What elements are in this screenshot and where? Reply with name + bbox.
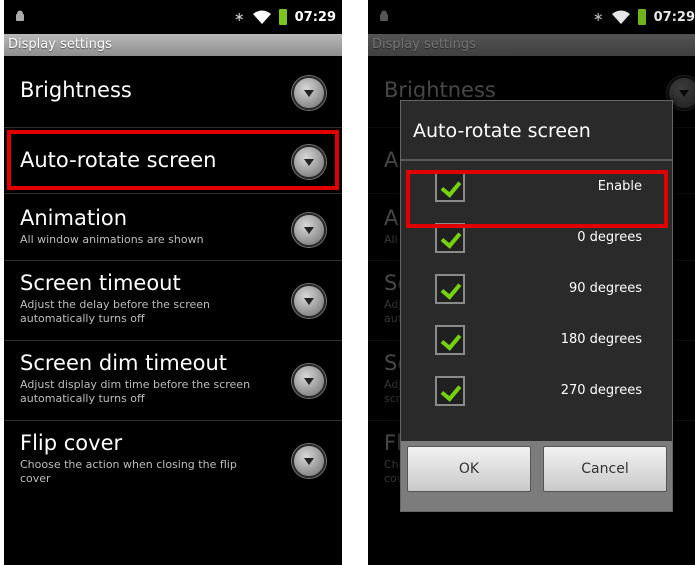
auto-rotate-dialog: Auto-rotate screen Enable 0 degrees 90 d… bbox=[400, 100, 673, 512]
ok-button[interactable]: OK bbox=[407, 446, 531, 492]
wifi-icon bbox=[252, 10, 271, 24]
android-notification-icon bbox=[380, 10, 388, 21]
status-time: 07:29 bbox=[653, 9, 695, 25]
option-label: 270 degrees bbox=[560, 383, 642, 398]
setting-brightness[interactable]: Brightness bbox=[4, 56, 342, 128]
setting-animation[interactable]: Animation All window animations are show… bbox=[4, 194, 342, 261]
chevron-down-icon[interactable] bbox=[292, 364, 326, 398]
page-title: Display settings bbox=[368, 34, 695, 56]
settings-list: Brightness Auto-rotate screen Animation … bbox=[4, 56, 342, 503]
android-notification-icon bbox=[16, 10, 24, 21]
chevron-down-icon[interactable] bbox=[292, 284, 326, 318]
option-90-degrees[interactable]: 90 degrees bbox=[401, 263, 672, 314]
option-label: 180 degrees bbox=[560, 332, 642, 347]
chevron-down-icon[interactable] bbox=[292, 444, 326, 478]
bluetooth-icon: ∗ bbox=[592, 9, 604, 25]
setting-screen-dim-timeout[interactable]: Screen dim timeout Adjust display dim ti… bbox=[4, 341, 342, 421]
dialog-button-bar: OK Cancel bbox=[401, 441, 672, 511]
status-bar: ∗ 07:29 bbox=[368, 0, 695, 34]
setting-flip-cover[interactable]: Flip cover Choose the action when closin… bbox=[4, 421, 342, 503]
chevron-down-icon[interactable] bbox=[292, 213, 326, 247]
option-label: 90 degrees bbox=[568, 281, 642, 296]
left-screen: ∗ 07:29 Display settings Brightness Auto… bbox=[4, 0, 342, 565]
battery-icon bbox=[278, 9, 287, 25]
wifi-icon bbox=[611, 10, 630, 24]
right-screen: ∗ 07:29 Display settings Brightness Auto… bbox=[368, 0, 695, 565]
chevron-down-icon[interactable] bbox=[292, 76, 326, 110]
page-title: Display settings bbox=[4, 34, 342, 56]
option-180-degrees[interactable]: 180 degrees bbox=[401, 314, 672, 365]
cancel-button[interactable]: Cancel bbox=[543, 446, 667, 492]
setting-screen-timeout[interactable]: Screen timeout Adjust the delay before t… bbox=[4, 261, 342, 341]
checkbox-checked-icon[interactable] bbox=[435, 274, 465, 304]
setting-title: Brightness bbox=[384, 78, 496, 102]
setting-title: Screen timeout bbox=[20, 271, 181, 295]
option-270-degrees[interactable]: 270 degrees bbox=[401, 365, 672, 416]
bluetooth-icon: ∗ bbox=[233, 9, 245, 25]
checkbox-checked-icon[interactable] bbox=[435, 325, 465, 355]
setting-title: Flip cover bbox=[20, 431, 123, 455]
dialog-title: Auto-rotate screen bbox=[401, 101, 672, 161]
battery-icon bbox=[637, 9, 646, 25]
highlight-box bbox=[406, 170, 668, 228]
highlight-box bbox=[7, 130, 339, 190]
status-bar: ∗ 07:29 bbox=[4, 0, 342, 34]
status-time: 07:29 bbox=[294, 9, 336, 25]
setting-title: Screen dim timeout bbox=[20, 351, 228, 375]
checkbox-checked-icon[interactable] bbox=[435, 376, 465, 406]
